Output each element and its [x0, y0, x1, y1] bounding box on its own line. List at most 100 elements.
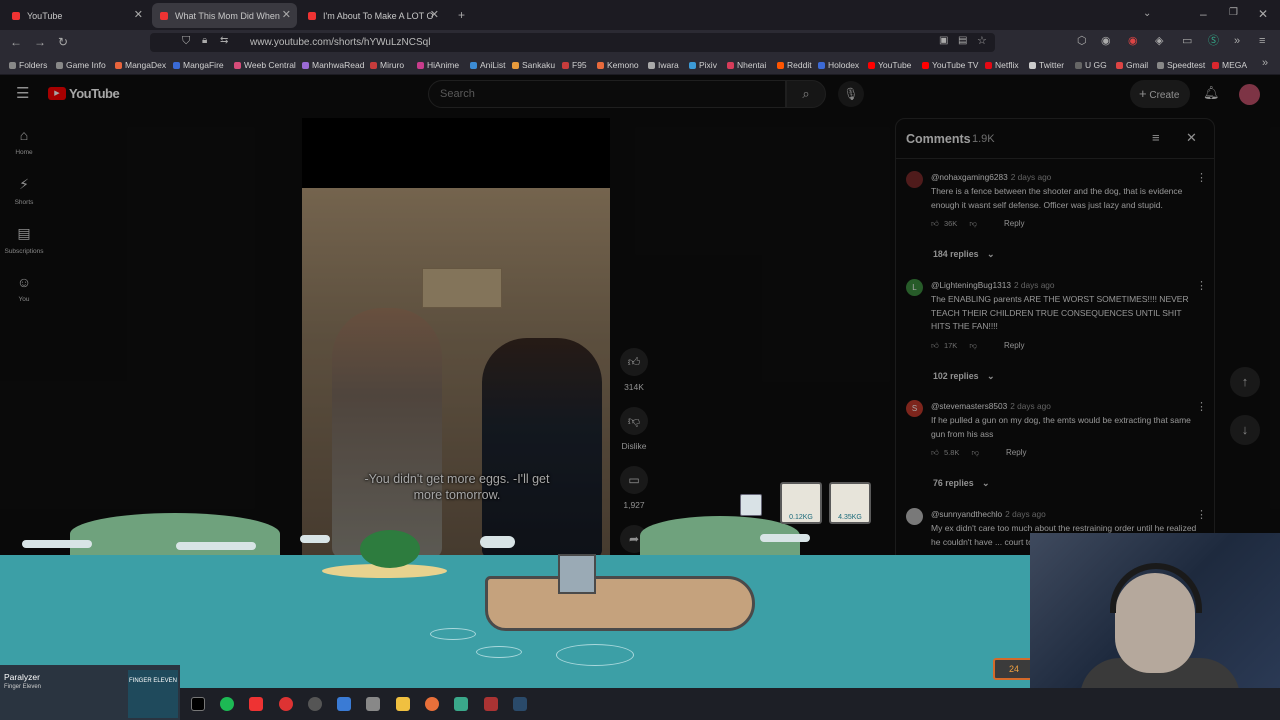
reply-button[interactable]: Reply [1004, 219, 1024, 228]
bookmark-item[interactable]: Kemono [597, 60, 639, 70]
menu-icon[interactable]: ≡ [1259, 36, 1265, 47]
hamburger-menu-icon[interactable]: ☰ [16, 86, 29, 101]
thumbs-up-icon[interactable]: 👍︎ [931, 448, 939, 457]
extensions-icon[interactable]: ⬡ [1077, 36, 1087, 47]
forward-icon[interactable]: → [34, 36, 46, 48]
sidebar-item-home[interactable]: ⌂ Home [0, 127, 48, 156]
more-options-icon[interactable]: ⋮ [1196, 400, 1207, 413]
back-icon[interactable]: ← [10, 36, 22, 48]
comment-author[interactable]: @nohaxgaming6283 [931, 172, 1008, 182]
extension-box-icon[interactable]: ▭ [1182, 36, 1192, 47]
hud-fish-slot[interactable]: 4.35KG [829, 482, 871, 524]
search-button[interactable]: ⌕ [786, 80, 826, 108]
spotify-icon[interactable] [220, 697, 234, 711]
screenshot-icon[interactable]: ▣ [939, 36, 948, 46]
extension-s-icon[interactable]: Ⓢ [1208, 36, 1219, 47]
voice-search-button[interactable]: 🎙︎ [838, 81, 864, 107]
comment-author[interactable]: @LighteningBug1313 [931, 280, 1011, 290]
bookmark-item[interactable]: Gmail [1116, 60, 1148, 70]
thumbs-down-icon[interactable]: 👎︎ [969, 341, 977, 350]
file-explorer-icon[interactable] [396, 697, 410, 711]
bookmark-item[interactable]: Miruro [370, 60, 404, 70]
bookmark-item[interactable]: Iwara [648, 60, 679, 70]
extension-red-icon[interactable]: ◉ [1128, 36, 1138, 47]
bookmark-item[interactable]: Nhentai [727, 60, 766, 70]
bookmark-item[interactable]: F95 [562, 60, 587, 70]
hud-fish-slot[interactable]: 0.12KG [780, 482, 822, 524]
bookmark-item[interactable]: MangaDex [115, 60, 166, 70]
previous-short-button[interactable]: ↑ [1230, 367, 1260, 397]
bookmark-item[interactable]: Twitter [1029, 60, 1064, 70]
x-app-icon[interactable] [191, 697, 205, 711]
bookmark-item[interactable]: ManhwaRead [302, 60, 364, 70]
thumbs-down-icon[interactable]: 👎︎ [971, 448, 979, 457]
sort-icon[interactable]: ≡ [1152, 131, 1160, 144]
overflow-chevron-icon[interactable]: » [1234, 36, 1240, 47]
bookmark-item[interactable]: Holodex [818, 60, 859, 70]
view-replies-button[interactable]: 184 replies ⌄ [933, 249, 994, 260]
like-button[interactable]: 👍︎ 314K [620, 348, 648, 392]
notifications-bell-icon[interactable]: 🔔︎ [1203, 86, 1220, 99]
commenter-avatar[interactable]: S [906, 400, 923, 417]
youtube-app-icon[interactable] [249, 697, 263, 711]
permissions-icon[interactable]: ⇆ [220, 36, 228, 46]
sidebar-item-shorts[interactable]: ⚡︎ Shorts [0, 176, 48, 206]
tab-youtube[interactable]: YouTube ✕ [4, 3, 149, 28]
thumbs-down-icon[interactable]: 👎︎ [969, 219, 977, 228]
bookmark-item[interactable]: YouTube TV [922, 60, 978, 70]
close-icon[interactable]: ✕ [1186, 131, 1197, 144]
commenter-avatar[interactable]: L [906, 279, 923, 296]
bookmark-item[interactable]: MEGA [1212, 60, 1247, 70]
maximize-icon[interactable]: ❐ [1229, 8, 1238, 18]
bookmark-item[interactable]: U GG [1075, 60, 1107, 70]
comment-author[interactable]: @stevemasters8503 [931, 401, 1007, 411]
commenter-avatar[interactable] [906, 171, 923, 188]
bookmarks-overflow-icon[interactable]: » [1262, 58, 1268, 69]
sidebar-item-you[interactable]: ☺︎ You [0, 274, 48, 303]
extension-icon[interactable]: ◉ [1101, 36, 1111, 47]
reload-icon[interactable]: ↻ [58, 36, 68, 48]
hud-slot[interactable] [740, 494, 762, 516]
bookmark-item[interactable]: Reddit [777, 60, 812, 70]
thumbs-up-icon[interactable]: 👍︎ [931, 341, 939, 350]
search-input[interactable]: Search [428, 80, 786, 108]
bookmark-item[interactable]: Folders [9, 60, 47, 70]
bookmark-item[interactable]: Game Info [56, 60, 106, 70]
bookmark-item[interactable]: Netflix [985, 60, 1019, 70]
bookmark-item[interactable]: YouTube [868, 60, 911, 70]
youtube-logo[interactable]: ▶ YouTube [48, 86, 120, 101]
game-icon[interactable] [454, 697, 468, 711]
close-tab-icon[interactable]: ✕ [134, 8, 143, 21]
app-red-icon[interactable] [279, 697, 293, 711]
media-player-icon[interactable] [308, 697, 322, 711]
lock-icon[interactable]: 🔒︎ [202, 36, 207, 46]
minimize-icon[interactable]: – [1200, 8, 1207, 20]
tab-active-video[interactable]: What This Mom Did When ✕ [152, 3, 297, 28]
dislike-button[interactable]: 👎︎ Dislike [620, 407, 648, 451]
app-blue-icon[interactable] [337, 697, 351, 711]
close-tab-icon[interactable]: ✕ [430, 8, 439, 21]
bookmark-item[interactable]: HiAnime [417, 60, 459, 70]
more-options-icon[interactable]: ⋮ [1196, 279, 1207, 292]
view-replies-button[interactable]: 102 replies ⌄ [933, 371, 994, 382]
new-tab-icon[interactable]: + [458, 9, 465, 21]
security-icon[interactable] [366, 697, 380, 711]
bookmark-item[interactable]: Sankaku [512, 60, 555, 70]
bookmark-item[interactable]: Weeb Central [234, 60, 296, 70]
avatar[interactable] [1239, 84, 1260, 105]
bookmark-item[interactable]: Speedtest [1157, 60, 1205, 70]
close-tab-icon[interactable]: ✕ [282, 8, 291, 21]
shield-icon[interactable]: ⛉ [182, 36, 190, 47]
close-window-icon[interactable]: ✕ [1258, 8, 1268, 20]
app-icon[interactable] [484, 697, 498, 711]
bookmark-item[interactable]: Pixiv [689, 60, 717, 70]
tab-video-2[interactable]: I'm About To Make A LOT Of Pe ✕ [300, 3, 445, 28]
reader-view-icon[interactable]: ▤ [958, 36, 967, 46]
extension-puzzle-icon[interactable]: ◈ [1155, 36, 1163, 47]
reply-button[interactable]: Reply [1006, 448, 1026, 457]
firefox-icon[interactable] [425, 697, 439, 711]
bookmark-item[interactable]: MangaFire [173, 60, 224, 70]
reply-button[interactable]: Reply [1004, 341, 1024, 350]
more-options-icon[interactable]: ⋮ [1196, 171, 1207, 184]
next-short-button[interactable]: ↓ [1230, 415, 1260, 445]
